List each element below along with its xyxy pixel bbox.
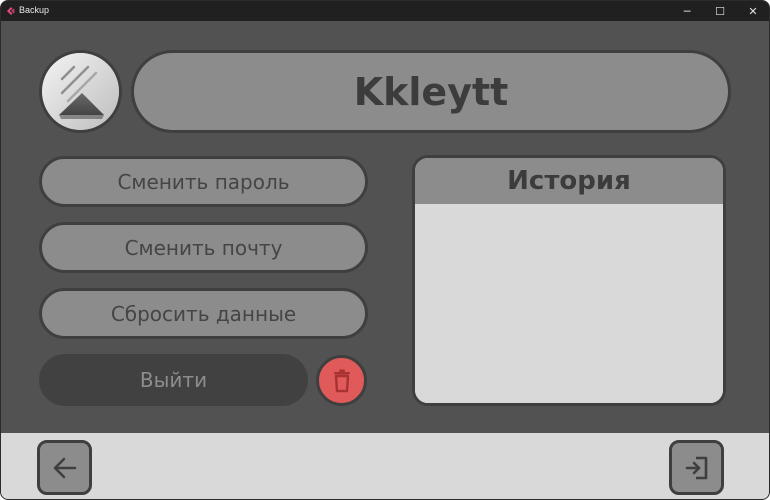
close-icon: ✕ [748,4,758,18]
avatar[interactable] [39,50,122,133]
maximize-button[interactable]: ☐ [704,1,736,21]
history-title: История [507,166,631,196]
sign-in-icon [685,456,707,479]
close-button[interactable]: ✕ [737,1,769,21]
app-window: Backup ─ ☐ ✕ Kkleytt Сменить пароль Смен… [0,0,770,500]
change-password-button[interactable]: Сменить пароль [39,156,368,207]
history-list[interactable] [415,204,723,403]
change-email-button[interactable]: Сменить почту [39,222,368,273]
app-icon [7,7,15,15]
username-display: Kkleytt [131,50,731,133]
image-placeholder-icon [42,53,119,130]
title-bar[interactable]: Backup ─ ☐ ✕ [1,1,769,21]
window-title: Backup [19,5,50,15]
arrow-left-icon [53,457,76,478]
history-panel: История [412,155,726,406]
maximize-icon: ☐ [715,4,725,18]
username-text: Kkleytt [353,69,509,114]
bottom-bar [1,433,769,499]
back-button[interactable] [37,440,92,495]
minimize-button[interactable]: ─ [671,1,703,21]
delete-account-button[interactable] [316,355,367,406]
minimize-icon: ─ [683,4,691,18]
logout-button[interactable]: Выйти [39,354,308,406]
exit-button[interactable] [669,440,724,495]
trash-icon [333,369,350,392]
reset-data-button[interactable]: Сбросить данные [39,288,368,339]
history-header: История [415,158,723,204]
